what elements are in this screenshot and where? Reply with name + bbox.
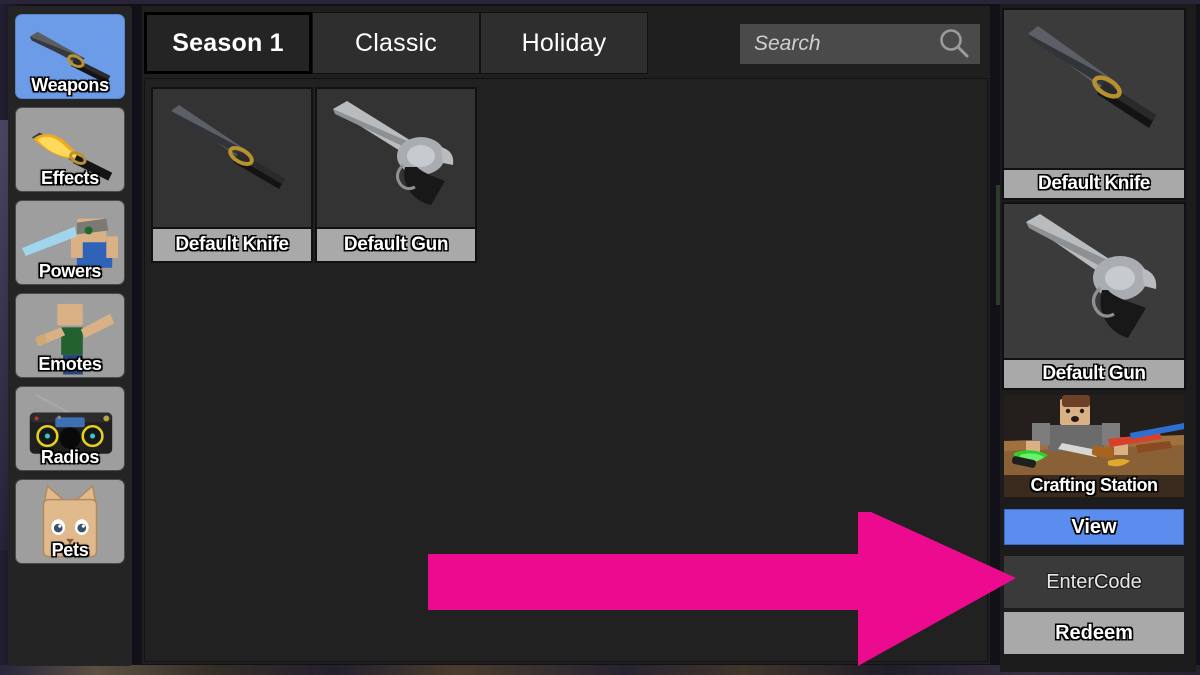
tab-bar: Season 1 Classic Holiday Search bbox=[142, 12, 990, 74]
equipped-panel: Default Knife Default Gun Crafting Stati… bbox=[1000, 4, 1196, 672]
tab-season-1[interactable]: Season 1 bbox=[144, 12, 312, 74]
sidebar-item-label: Radios bbox=[40, 447, 100, 467]
item-card-default-gun[interactable]: Default Gun bbox=[315, 87, 477, 263]
sidebar-item-label: Pets bbox=[51, 540, 89, 560]
game-ui-root: Weapons Effects Powers Emotes Radios Pet… bbox=[0, 0, 1200, 675]
sidebar-item-powers[interactable]: Powers bbox=[15, 200, 125, 285]
equipped-slot-label: Default Gun bbox=[1004, 358, 1184, 388]
tab-holiday[interactable]: Holiday bbox=[480, 12, 648, 74]
code-input-field[interactable]: EnterCode bbox=[1004, 556, 1184, 608]
search-placeholder: Search bbox=[754, 32, 821, 55]
main-panel: Season 1 Classic Holiday Search Default … bbox=[142, 6, 990, 664]
view-button-label: View bbox=[1071, 515, 1117, 538]
knife-item-icon bbox=[1028, 26, 1156, 128]
equipped-slot-label: Default Knife bbox=[1004, 168, 1184, 198]
redeem-button[interactable]: Redeem bbox=[1004, 612, 1184, 654]
item-card-label: Default Knife bbox=[153, 227, 311, 261]
code-input-value: EnterCode bbox=[1046, 570, 1142, 593]
item-grid: Default Knife Default Gun bbox=[144, 78, 988, 662]
crafting-station-label: Crafting Station bbox=[1030, 475, 1159, 495]
revolver-item-icon bbox=[1026, 214, 1157, 338]
sidebar-item-label: Effects bbox=[41, 168, 99, 188]
item-card-label: Default Gun bbox=[317, 227, 475, 261]
revolver-item-icon bbox=[333, 101, 454, 205]
knife-item-icon bbox=[171, 105, 285, 189]
sidebar-item-effects[interactable]: Effects bbox=[15, 107, 125, 192]
equipped-slot-gun[interactable]: Default Gun bbox=[1002, 202, 1186, 390]
sidebar-item-pets[interactable]: Pets bbox=[15, 479, 125, 564]
search-input[interactable]: Search bbox=[740, 24, 980, 64]
search-icon[interactable] bbox=[936, 26, 972, 62]
sidebar-item-radios[interactable]: Radios bbox=[15, 386, 125, 471]
crafting-station-card[interactable]: Crafting Station bbox=[1004, 395, 1184, 497]
tab-label: Season 1 bbox=[172, 28, 284, 57]
view-button[interactable]: View bbox=[1004, 509, 1184, 545]
tab-classic[interactable]: Classic bbox=[312, 12, 480, 74]
sidebar-item-label: Weapons bbox=[31, 75, 109, 95]
tab-label: Holiday bbox=[521, 28, 607, 57]
sidebar-item-label: Powers bbox=[38, 261, 102, 281]
sidebar-item-emotes[interactable]: Emotes bbox=[15, 293, 125, 378]
equipped-slot-knife[interactable]: Default Knife bbox=[1002, 8, 1186, 200]
redeem-button-label: Redeem bbox=[1055, 621, 1133, 644]
sidebar-item-label: Emotes bbox=[38, 354, 102, 374]
sidebar-item-weapons[interactable]: Weapons bbox=[15, 14, 125, 99]
item-card-default-knife[interactable]: Default Knife bbox=[151, 87, 313, 263]
tab-label: Classic bbox=[355, 28, 437, 57]
category-sidebar: Weapons Effects Powers Emotes Radios Pet… bbox=[8, 6, 132, 666]
